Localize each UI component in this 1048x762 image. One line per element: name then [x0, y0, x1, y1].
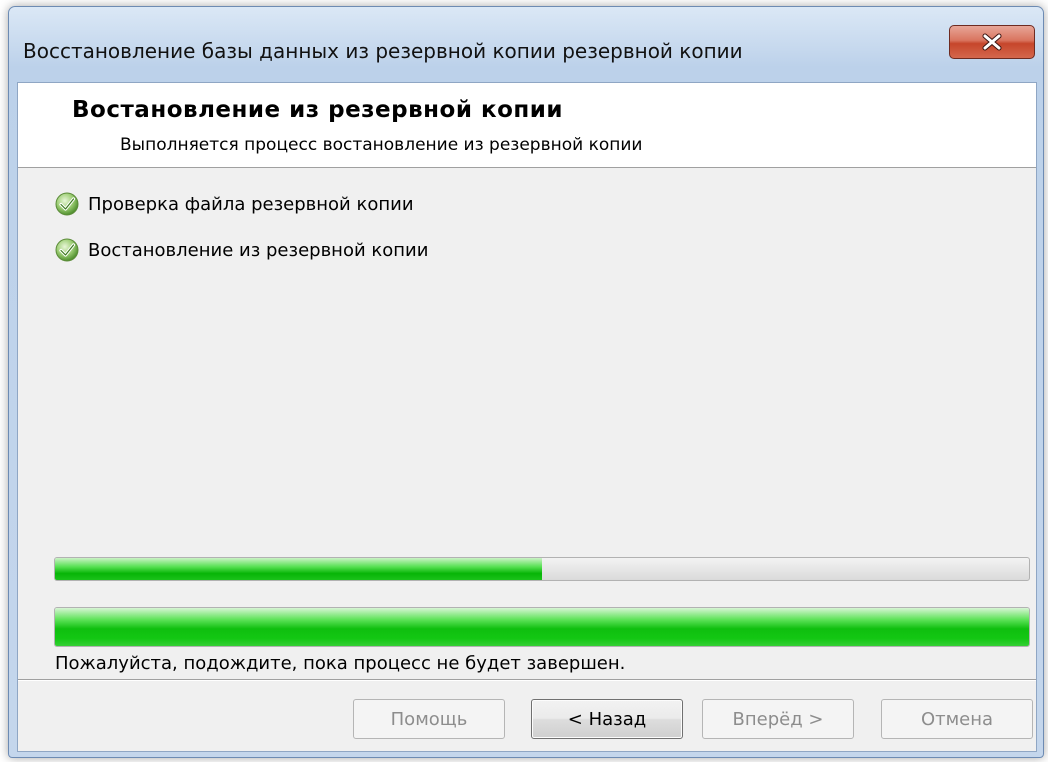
- step-progress-bar: [54, 557, 1030, 581]
- cancel-button[interactable]: Отмена: [881, 699, 1033, 739]
- check-icon: [55, 238, 79, 262]
- step-restore: Востановление из резервной копии: [54, 235, 428, 265]
- check-icon: [55, 192, 79, 216]
- help-button[interactable]: Помощь: [353, 699, 505, 739]
- overall-progress-fill: [55, 608, 1029, 646]
- page-subtitle: Выполняется процесс востановление из рез…: [120, 135, 643, 155]
- step-progress-fill: [55, 558, 542, 580]
- footer-divider: [18, 679, 1036, 681]
- title-bar[interactable]: Восстановление базы данных из резервной …: [9, 7, 1043, 79]
- close-icon: [982, 33, 1002, 51]
- wizard-header: Востановление из резервной копии Выполня…: [18, 83, 1036, 168]
- status-text: Пожалуйста, подождите, пока процесс не б…: [55, 653, 626, 674]
- dialog-client-area: Востановление из резервной копии Выполня…: [17, 82, 1037, 752]
- next-button[interactable]: Вперёд >: [702, 699, 854, 739]
- close-button[interactable]: [949, 25, 1035, 59]
- window-title: Восстановление базы данных из резервной …: [23, 39, 743, 63]
- step-label: Проверка файла резервной копии: [88, 193, 414, 215]
- restore-dialog-window: Восстановление базы данных из резервной …: [8, 6, 1044, 758]
- step-label: Востановление из резервной копии: [88, 239, 429, 261]
- overall-progress-bar: [54, 607, 1030, 647]
- step-verify-file: Проверка файла резервной копии: [54, 189, 414, 219]
- back-button[interactable]: < Назад: [531, 699, 683, 739]
- page-title: Востановление из резервной копии: [72, 97, 564, 123]
